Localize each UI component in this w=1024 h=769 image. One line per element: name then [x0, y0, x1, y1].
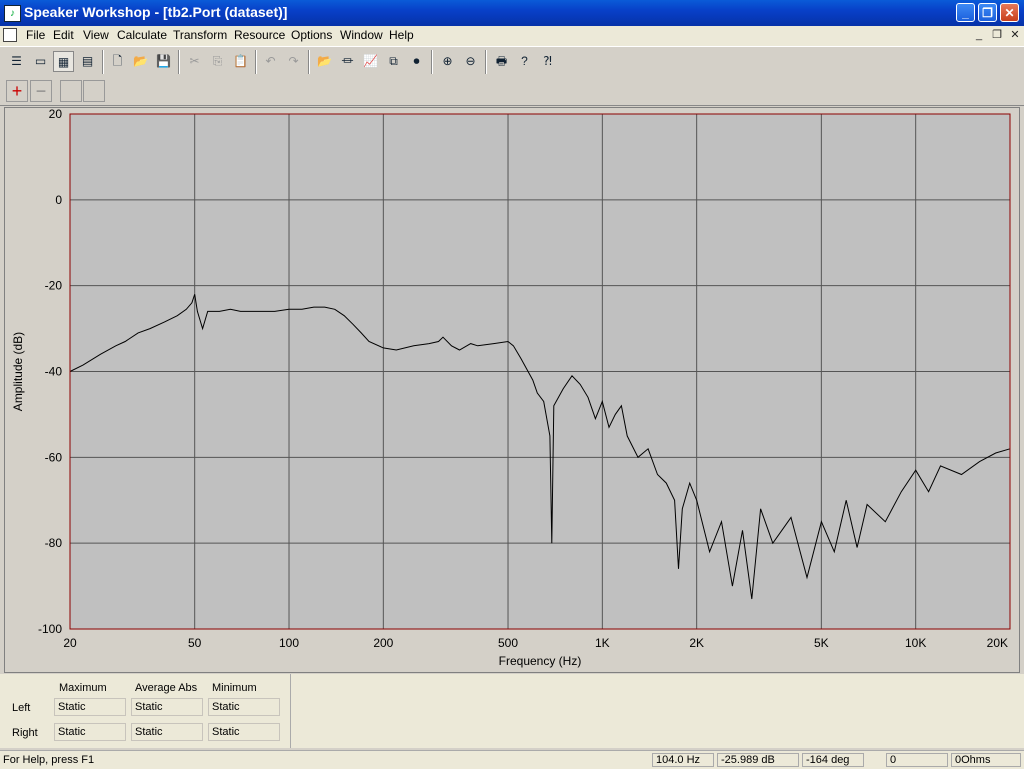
tree-view-icon[interactable]: ☰: [6, 51, 27, 72]
x-tick-label: 100: [279, 636, 299, 650]
right-minimum-field: Static: [208, 723, 280, 741]
toolbar-separator: [431, 50, 433, 74]
open-dataset-icon[interactable]: 📂: [314, 51, 335, 72]
menu-file[interactable]: File: [26, 28, 45, 42]
status-frequency: 104.0 Hz: [652, 753, 714, 767]
menu-options[interactable]: Options: [291, 28, 332, 42]
mdi-restore-button[interactable]: ❐: [990, 28, 1004, 42]
x-tick-label: 20: [63, 636, 77, 650]
zoom-out-icon[interactable]: ⊖: [460, 51, 481, 72]
x-tick-label: 50: [188, 636, 202, 650]
menu-help[interactable]: Help: [389, 28, 414, 42]
blank-button-1[interactable]: [60, 80, 82, 102]
frequency-response-chart[interactable]: 20 50 100 200 500 1K 2K 5K 10K 20K200-20-40-60-80…: [5, 108, 1019, 672]
x-tick-label: 20K: [987, 636, 1008, 650]
redo-icon[interactable]: ↷: [283, 51, 304, 72]
x-tick-label: 500: [498, 636, 518, 650]
app-icon[interactable]: ♪: [4, 5, 21, 22]
record-icon[interactable]: ⏺: [406, 51, 427, 72]
status-help-text: For Help, press F1: [3, 754, 95, 766]
print-icon[interactable]: 🖶: [491, 51, 512, 72]
minimize-button[interactable]: _: [956, 3, 975, 22]
y-axis-label: Amplitude (dB): [11, 332, 25, 411]
main-toolbar: ☰ ▭ ▦ ▤ 🗋 📂 💾 ✂ ⎘ 📋 ↶ ↷ 📂 ⏛ 📈 ⧉ ⏺ ⊕ ⊖ 🖶 …: [0, 46, 1024, 78]
y-tick-label: 20: [49, 108, 63, 121]
menu-view[interactable]: View: [83, 28, 109, 42]
menu-edit[interactable]: Edit: [53, 28, 74, 42]
toolbar-separator: [255, 50, 257, 74]
help-icon[interactable]: ?: [514, 51, 535, 72]
context-help-icon[interactable]: ⁈: [537, 51, 558, 72]
window-title: Speaker Workshop - [tb2.Port (dataset)]: [24, 4, 288, 20]
mdi-minimize-button[interactable]: _: [972, 28, 986, 42]
toolbar-separator: [102, 50, 104, 74]
y-tick-label: 0: [55, 193, 62, 207]
x-tick-label: 5K: [814, 636, 829, 650]
header-minimum: Minimum: [212, 682, 257, 694]
add-icon[interactable]: +: [6, 80, 28, 102]
y-tick-label: -40: [45, 365, 63, 379]
row-label-left: Left: [12, 702, 31, 714]
chart-toolbar: + −: [0, 77, 1024, 106]
new-file-icon[interactable]: 🗋: [107, 51, 128, 72]
x-tick-label: 2K: [689, 636, 704, 650]
close-button[interactable]: ✕: [1000, 3, 1019, 22]
left-average-field: Static: [131, 698, 203, 716]
graph-icon[interactable]: 📈: [360, 51, 381, 72]
y-tick-label: -20: [45, 279, 63, 293]
menu-transform[interactable]: Transform: [173, 28, 227, 42]
list-view-icon[interactable]: ▤: [77, 51, 98, 72]
menu-bar: File Edit View Calculate Transform Resou…: [0, 26, 1024, 46]
undo-icon[interactable]: ↶: [260, 51, 281, 72]
y-tick-label: -100: [38, 622, 62, 636]
toolbar-separator: [178, 50, 180, 74]
statistics-frame: Maximum Average Abs Minimum Left Static …: [4, 674, 291, 748]
save-icon[interactable]: 💾: [153, 51, 174, 72]
y-tick-label: -60: [45, 450, 63, 464]
toolbar-separator: [308, 50, 310, 74]
row-label-right: Right: [12, 727, 38, 739]
copy-icon[interactable]: ⎘: [207, 51, 228, 72]
right-maximum-field: Static: [54, 723, 126, 741]
measure-icon[interactable]: ⏛: [337, 51, 358, 72]
menu-calculate[interactable]: Calculate: [117, 28, 167, 42]
title-bar: ♪ Speaker Workshop - [tb2.Port (dataset)…: [0, 0, 1024, 26]
restore-button[interactable]: ❐: [978, 3, 997, 22]
zoom-in-icon[interactable]: ⊕: [437, 51, 458, 72]
paste-icon[interactable]: 📋: [230, 51, 251, 72]
mdi-close-button[interactable]: ✕: [1008, 28, 1022, 42]
x-tick-label: 1K: [595, 636, 610, 650]
menu-window[interactable]: Window: [340, 28, 383, 42]
status-amplitude: -25.989 dB: [717, 753, 799, 767]
statistics-panel: Maximum Average Abs Minimum Left Static …: [0, 674, 1024, 748]
toolbar-separator: [485, 50, 487, 74]
grid-view-icon[interactable]: ▦: [53, 51, 74, 72]
left-maximum-field: Static: [54, 698, 126, 716]
remove-icon[interactable]: −: [30, 80, 52, 102]
right-average-field: Static: [131, 723, 203, 741]
x-tick-label: 200: [373, 636, 393, 650]
chart-view-icon[interactable]: ▭: [30, 51, 51, 72]
x-axis-label: Frequency (Hz): [499, 654, 582, 668]
status-phase: -164 deg: [802, 753, 864, 767]
menu-resource[interactable]: Resource: [234, 28, 285, 42]
status-bar: For Help, press F1 104.0 Hz -25.989 dB -…: [0, 750, 1024, 769]
header-maximum: Maximum: [59, 682, 107, 694]
x-tick-label: 10K: [905, 636, 926, 650]
open-folder-icon[interactable]: 📂: [130, 51, 151, 72]
document-icon[interactable]: [3, 28, 17, 42]
windows-icon[interactable]: ⧉: [383, 51, 404, 72]
blank-button-2[interactable]: [83, 80, 105, 102]
header-average-abs: Average Abs: [135, 682, 198, 694]
left-minimum-field: Static: [208, 698, 280, 716]
cut-icon[interactable]: ✂: [184, 51, 205, 72]
y-tick-label: -80: [45, 536, 63, 550]
status-value: 0: [886, 753, 948, 767]
status-impedance: 0Ohms: [951, 753, 1021, 767]
chart-panel: 20 50 100 200 500 1K 2K 5K 10K 20K 20 0 -20 -40 -60 -80…: [4, 107, 1020, 673]
